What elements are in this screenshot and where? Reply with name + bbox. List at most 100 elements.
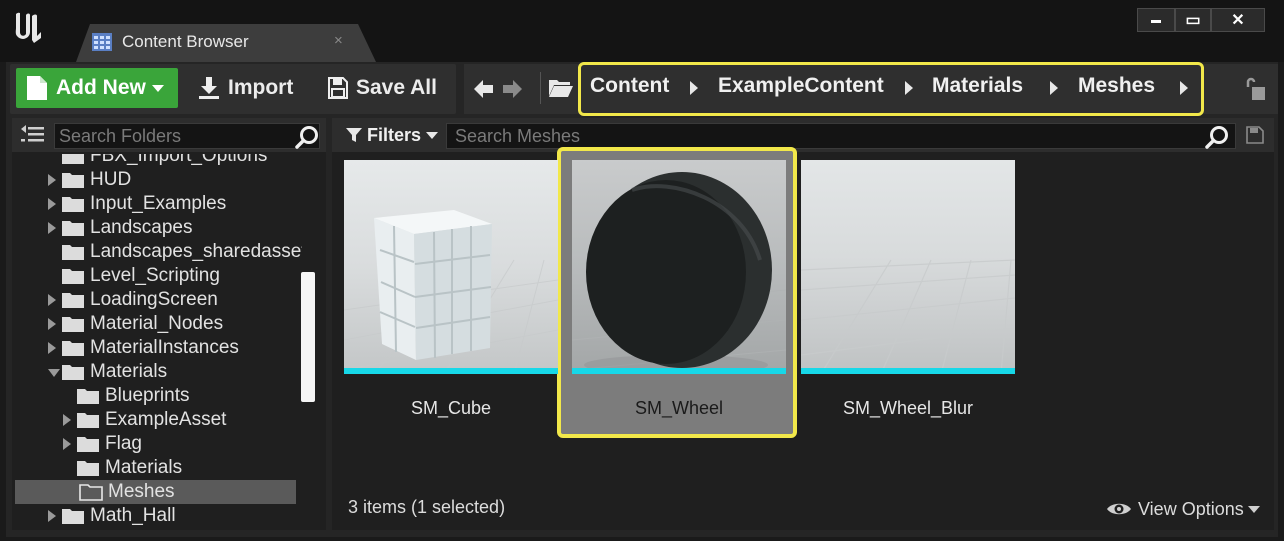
open-folder-icon[interactable] bbox=[548, 76, 574, 100]
folder-icon bbox=[62, 317, 84, 332]
folder-tree-label: Meshes bbox=[108, 481, 175, 502]
save-icon bbox=[328, 77, 348, 99]
folder-tree-item[interactable]: FBX_Import_Options bbox=[12, 154, 302, 168]
asset-thumbnail bbox=[344, 160, 558, 374]
folder-icon bbox=[77, 437, 99, 452]
minimize-icon: ▬ bbox=[1151, 14, 1161, 26]
folder-icon bbox=[62, 197, 84, 212]
collapsed-arrow-icon[interactable] bbox=[48, 174, 56, 186]
breadcrumb-separator-icon[interactable] bbox=[905, 81, 913, 95]
maximize-button[interactable]: ▭ bbox=[1175, 8, 1211, 32]
folder-tree-item[interactable]: HUD bbox=[12, 168, 302, 192]
asset-tile-sm-cube[interactable]: SM_Cube bbox=[344, 160, 558, 430]
folder-tree-label: HUD bbox=[90, 169, 132, 190]
folder-tree-item[interactable]: Meshes bbox=[15, 480, 296, 504]
forward-arrow-icon[interactable] bbox=[500, 76, 526, 102]
collapsed-arrow-icon[interactable] bbox=[48, 294, 56, 306]
add-new-button[interactable]: Add New bbox=[16, 68, 178, 108]
breadcrumb-separator-icon[interactable] bbox=[1180, 81, 1188, 95]
content-browser-icon bbox=[92, 33, 112, 51]
import-label: Import bbox=[228, 76, 294, 99]
asset-name: SM_Cube bbox=[410, 398, 492, 418]
asset-thumbnail bbox=[572, 160, 786, 374]
breadcrumb-item-examplecontent[interactable]: ExampleContent bbox=[718, 74, 884, 98]
collapsed-arrow-icon[interactable] bbox=[48, 318, 56, 330]
folder-tree: FBX_Import_Options HUD Input_Examples Lands… bbox=[12, 154, 302, 528]
unlock-icon[interactable] bbox=[1242, 76, 1266, 102]
collapsed-arrow-icon[interactable] bbox=[48, 510, 56, 522]
collapsed-arrow-icon[interactable] bbox=[63, 438, 71, 450]
search-assets-input[interactable] bbox=[447, 124, 1197, 148]
tab-close-icon[interactable]: × bbox=[334, 32, 343, 49]
folder-tree-item[interactable]: ExampleAsset bbox=[12, 408, 302, 432]
folder-tree-item[interactable]: Material_Nodes bbox=[12, 312, 302, 336]
cube-thumbnail-image bbox=[344, 160, 558, 374]
maximize-icon: ▭ bbox=[1185, 12, 1201, 29]
tab-content-browser[interactable]: Content Browser × bbox=[76, 24, 376, 62]
asset-tile-sm-wheel[interactable]: SM_Wheel bbox=[572, 160, 786, 430]
folder-icon bbox=[62, 221, 84, 236]
collapsed-arrow-icon[interactable] bbox=[48, 222, 56, 234]
search-folders-field[interactable] bbox=[54, 123, 320, 149]
folder-tree-item[interactable]: Math_Hall bbox=[12, 504, 302, 528]
filters-button[interactable]: Filters bbox=[346, 122, 439, 148]
folder-tree-item[interactable]: Materials bbox=[12, 360, 302, 384]
static-mesh-type-bar bbox=[801, 368, 1015, 374]
wheel-blur-thumbnail-image bbox=[801, 160, 1015, 374]
folder-tree-label: Input_Examples bbox=[90, 193, 227, 214]
folder-tree-item[interactable]: Landscapes bbox=[12, 216, 302, 240]
collapsed-arrow-icon[interactable] bbox=[48, 198, 56, 210]
toggle-sources-icon[interactable] bbox=[20, 124, 46, 146]
folder-tree-label: Landscapes_sharedassets bbox=[90, 241, 302, 262]
search-folders-input[interactable] bbox=[55, 124, 291, 148]
folder-icon bbox=[77, 389, 99, 404]
breadcrumb-separator-icon[interactable] bbox=[1050, 81, 1058, 95]
folder-tree-item[interactable]: Materials bbox=[12, 456, 302, 480]
breadcrumb-item-materials[interactable]: Materials bbox=[932, 74, 1023, 98]
folder-tree-label: MaterialInstances bbox=[90, 337, 239, 358]
folder-tree-item[interactable]: Level_Scripting bbox=[12, 264, 302, 288]
folder-tree-item[interactable]: MaterialInstances bbox=[12, 336, 302, 360]
open-folder-icon bbox=[62, 365, 84, 380]
folder-icon bbox=[62, 173, 84, 188]
new-file-icon bbox=[27, 76, 47, 100]
scrollbar-thumb[interactable] bbox=[301, 272, 315, 402]
eye-icon bbox=[1107, 503, 1131, 515]
collapsed-arrow-icon[interactable] bbox=[48, 342, 56, 354]
folder-tree-label: Math_Hall bbox=[90, 505, 176, 526]
folder-tree-item[interactable]: Landscapes_sharedassets bbox=[12, 240, 302, 264]
save-all-button[interactable]: Save All bbox=[328, 68, 437, 108]
search-icon[interactable] bbox=[294, 124, 320, 150]
breadcrumb-item-content[interactable]: Content bbox=[590, 74, 669, 98]
folder-tree-item[interactable]: LoadingScreen bbox=[12, 288, 302, 312]
asset-thumbnail bbox=[801, 160, 1015, 374]
breadcrumb-separator-icon[interactable] bbox=[690, 81, 698, 95]
view-options-button[interactable]: View Options bbox=[1106, 497, 1260, 521]
search-assets-field[interactable] bbox=[446, 123, 1236, 149]
expanded-arrow-icon[interactable] bbox=[48, 369, 60, 377]
folder-icon bbox=[62, 341, 84, 356]
close-window-button[interactable]: ✕ bbox=[1211, 8, 1265, 32]
folder-icon bbox=[62, 154, 84, 164]
search-icon[interactable] bbox=[1204, 124, 1230, 150]
folder-tree-label: FBX_Import_Options bbox=[90, 154, 268, 166]
back-arrow-icon[interactable] bbox=[470, 76, 496, 102]
breadcrumb-item-meshes[interactable]: Meshes bbox=[1078, 74, 1155, 98]
folder-tree-item[interactable]: Flag bbox=[12, 432, 302, 456]
import-button[interactable]: Import bbox=[198, 68, 293, 108]
folder-icon bbox=[62, 293, 84, 308]
filters-label: Filters bbox=[367, 124, 422, 145]
tab-title: Content Browser bbox=[122, 32, 249, 51]
folder-tree-item[interactable]: Blueprints bbox=[12, 384, 302, 408]
filter-icon bbox=[346, 128, 362, 142]
asset-tile-sm-wheel-blur[interactable]: SM_Wheel_Blur bbox=[801, 160, 1015, 430]
minimize-button[interactable]: ▬ bbox=[1137, 8, 1175, 32]
unreal-engine-logo bbox=[15, 12, 41, 43]
folder-tree-label: Blueprints bbox=[105, 385, 190, 406]
title-bar: Content Browser × ▬ ▭ ✕ bbox=[0, 0, 1284, 62]
collapsed-arrow-icon[interactable] bbox=[63, 414, 71, 426]
folder-icon bbox=[77, 461, 99, 476]
folder-tree-item[interactable]: Input_Examples bbox=[12, 192, 302, 216]
save-search-icon[interactable] bbox=[1246, 126, 1264, 144]
folder-icon bbox=[62, 269, 84, 284]
